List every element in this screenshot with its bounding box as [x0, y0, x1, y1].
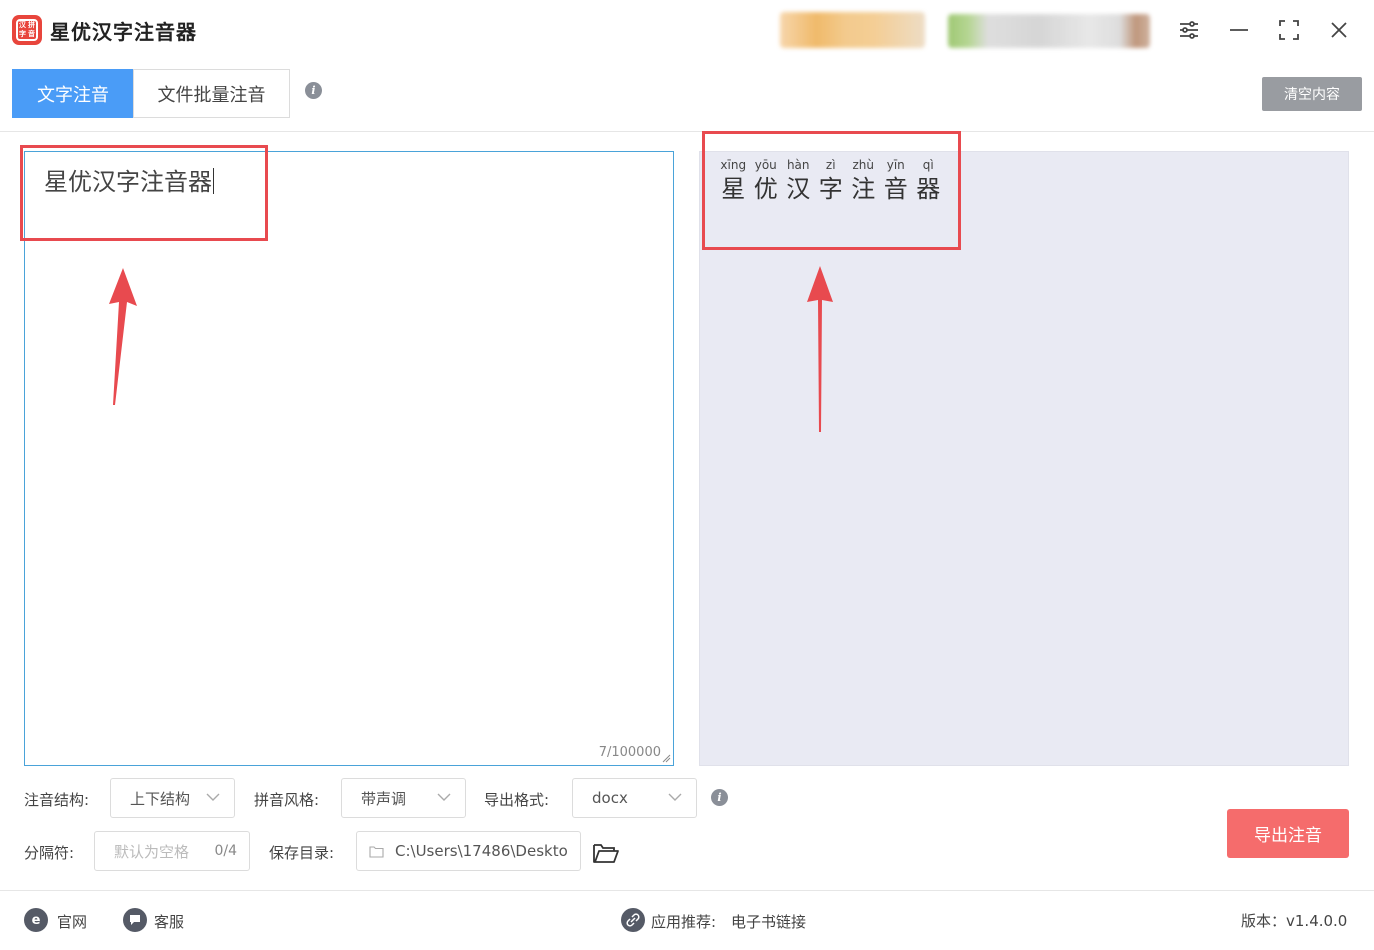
logo-glyph: 汉 — [19, 21, 26, 29]
chevron-down-icon — [437, 793, 451, 801]
annotation-box-input — [20, 145, 268, 241]
logo-glyph: 音 — [28, 30, 35, 38]
export-format-label: 导出格式: — [484, 791, 550, 809]
save-dir-value: C:\Users\17486\Deskto — [395, 842, 568, 860]
separator-count: 0/4 — [214, 843, 237, 859]
folder-icon — [369, 846, 384, 858]
tab-text-annotation[interactable]: 文字注音 — [12, 69, 134, 118]
clear-content-button[interactable]: 清空内容 — [1262, 77, 1362, 111]
separator-placeholder: 默认为空格 — [114, 842, 190, 861]
maximize-icon[interactable] — [1273, 14, 1305, 46]
text-input-area[interactable]: 星优汉字注音器 7/100000 — [24, 151, 674, 766]
minimize-icon[interactable] — [1223, 14, 1255, 46]
structure-value: 上下结构 — [130, 789, 191, 808]
annotation-box-output — [702, 131, 961, 250]
separator-input[interactable]: 默认为空格 0/4 — [94, 831, 250, 871]
resize-grip-icon[interactable] — [662, 754, 671, 763]
logo-glyph: 字 — [19, 30, 26, 38]
version-text: 版本：v1.4.0.0 — [1241, 912, 1348, 930]
pinyin-style-label: 拼音风格: — [254, 791, 320, 809]
customer-service-icon[interactable] — [123, 908, 147, 932]
logo-glyph: 拼 — [28, 21, 35, 29]
app-window: 汉 拼 字 音 星优汉字注音器 文字注音 文件批量注音 i 清空内容 星优汉字注… — [0, 0, 1374, 950]
structure-select[interactable]: 上下结构 — [110, 778, 235, 818]
open-folder-icon[interactable] — [592, 840, 620, 866]
customer-service-link[interactable]: 客服 — [154, 911, 184, 932]
link-icon — [621, 908, 645, 932]
recommend-label: 应用推荐: — [651, 913, 717, 931]
app-logo-icon: 汉 拼 字 音 — [12, 15, 42, 45]
export-format-select[interactable]: docx — [572, 778, 697, 818]
save-dir-label: 保存目录: — [269, 844, 335, 862]
app-title: 星优汉字注音器 — [50, 20, 197, 44]
annotation-arrow-output — [807, 266, 833, 432]
chevron-down-icon — [668, 793, 682, 801]
blurred-account-info[interactable] — [948, 14, 1150, 48]
divider — [0, 131, 1374, 132]
footer-divider — [0, 890, 1374, 891]
export-button[interactable]: 导出注音 — [1227, 809, 1349, 858]
save-dir-input[interactable]: C:\Users\17486\Deskto — [356, 831, 581, 871]
title-bar: 汉 拼 字 音 星优汉字注音器 — [0, 0, 1374, 60]
pinyin-style-value: 带声调 — [361, 789, 407, 808]
tab-batch-file-annotation[interactable]: 文件批量注音 — [133, 69, 290, 118]
structure-label: 注音结构: — [24, 791, 90, 809]
format-info-icon[interactable]: i — [711, 789, 728, 806]
website-link[interactable]: 官网 — [57, 911, 87, 932]
export-format-value: docx — [592, 789, 628, 807]
pinyin-style-select[interactable]: 带声调 — [341, 778, 466, 818]
char-counter: 7/100000 — [598, 745, 661, 760]
blurred-user-info[interactable] — [780, 12, 925, 48]
chevron-down-icon — [206, 793, 220, 801]
annotation-arrow-input — [109, 268, 137, 405]
website-icon[interactable]: e — [24, 908, 48, 932]
settings-sliders-icon[interactable] — [1173, 14, 1205, 46]
info-icon[interactable]: i — [305, 82, 322, 99]
close-icon[interactable] — [1323, 14, 1355, 46]
separator-label: 分隔符: — [24, 844, 75, 862]
ebook-link[interactable]: 电子书链接 — [731, 911, 806, 932]
